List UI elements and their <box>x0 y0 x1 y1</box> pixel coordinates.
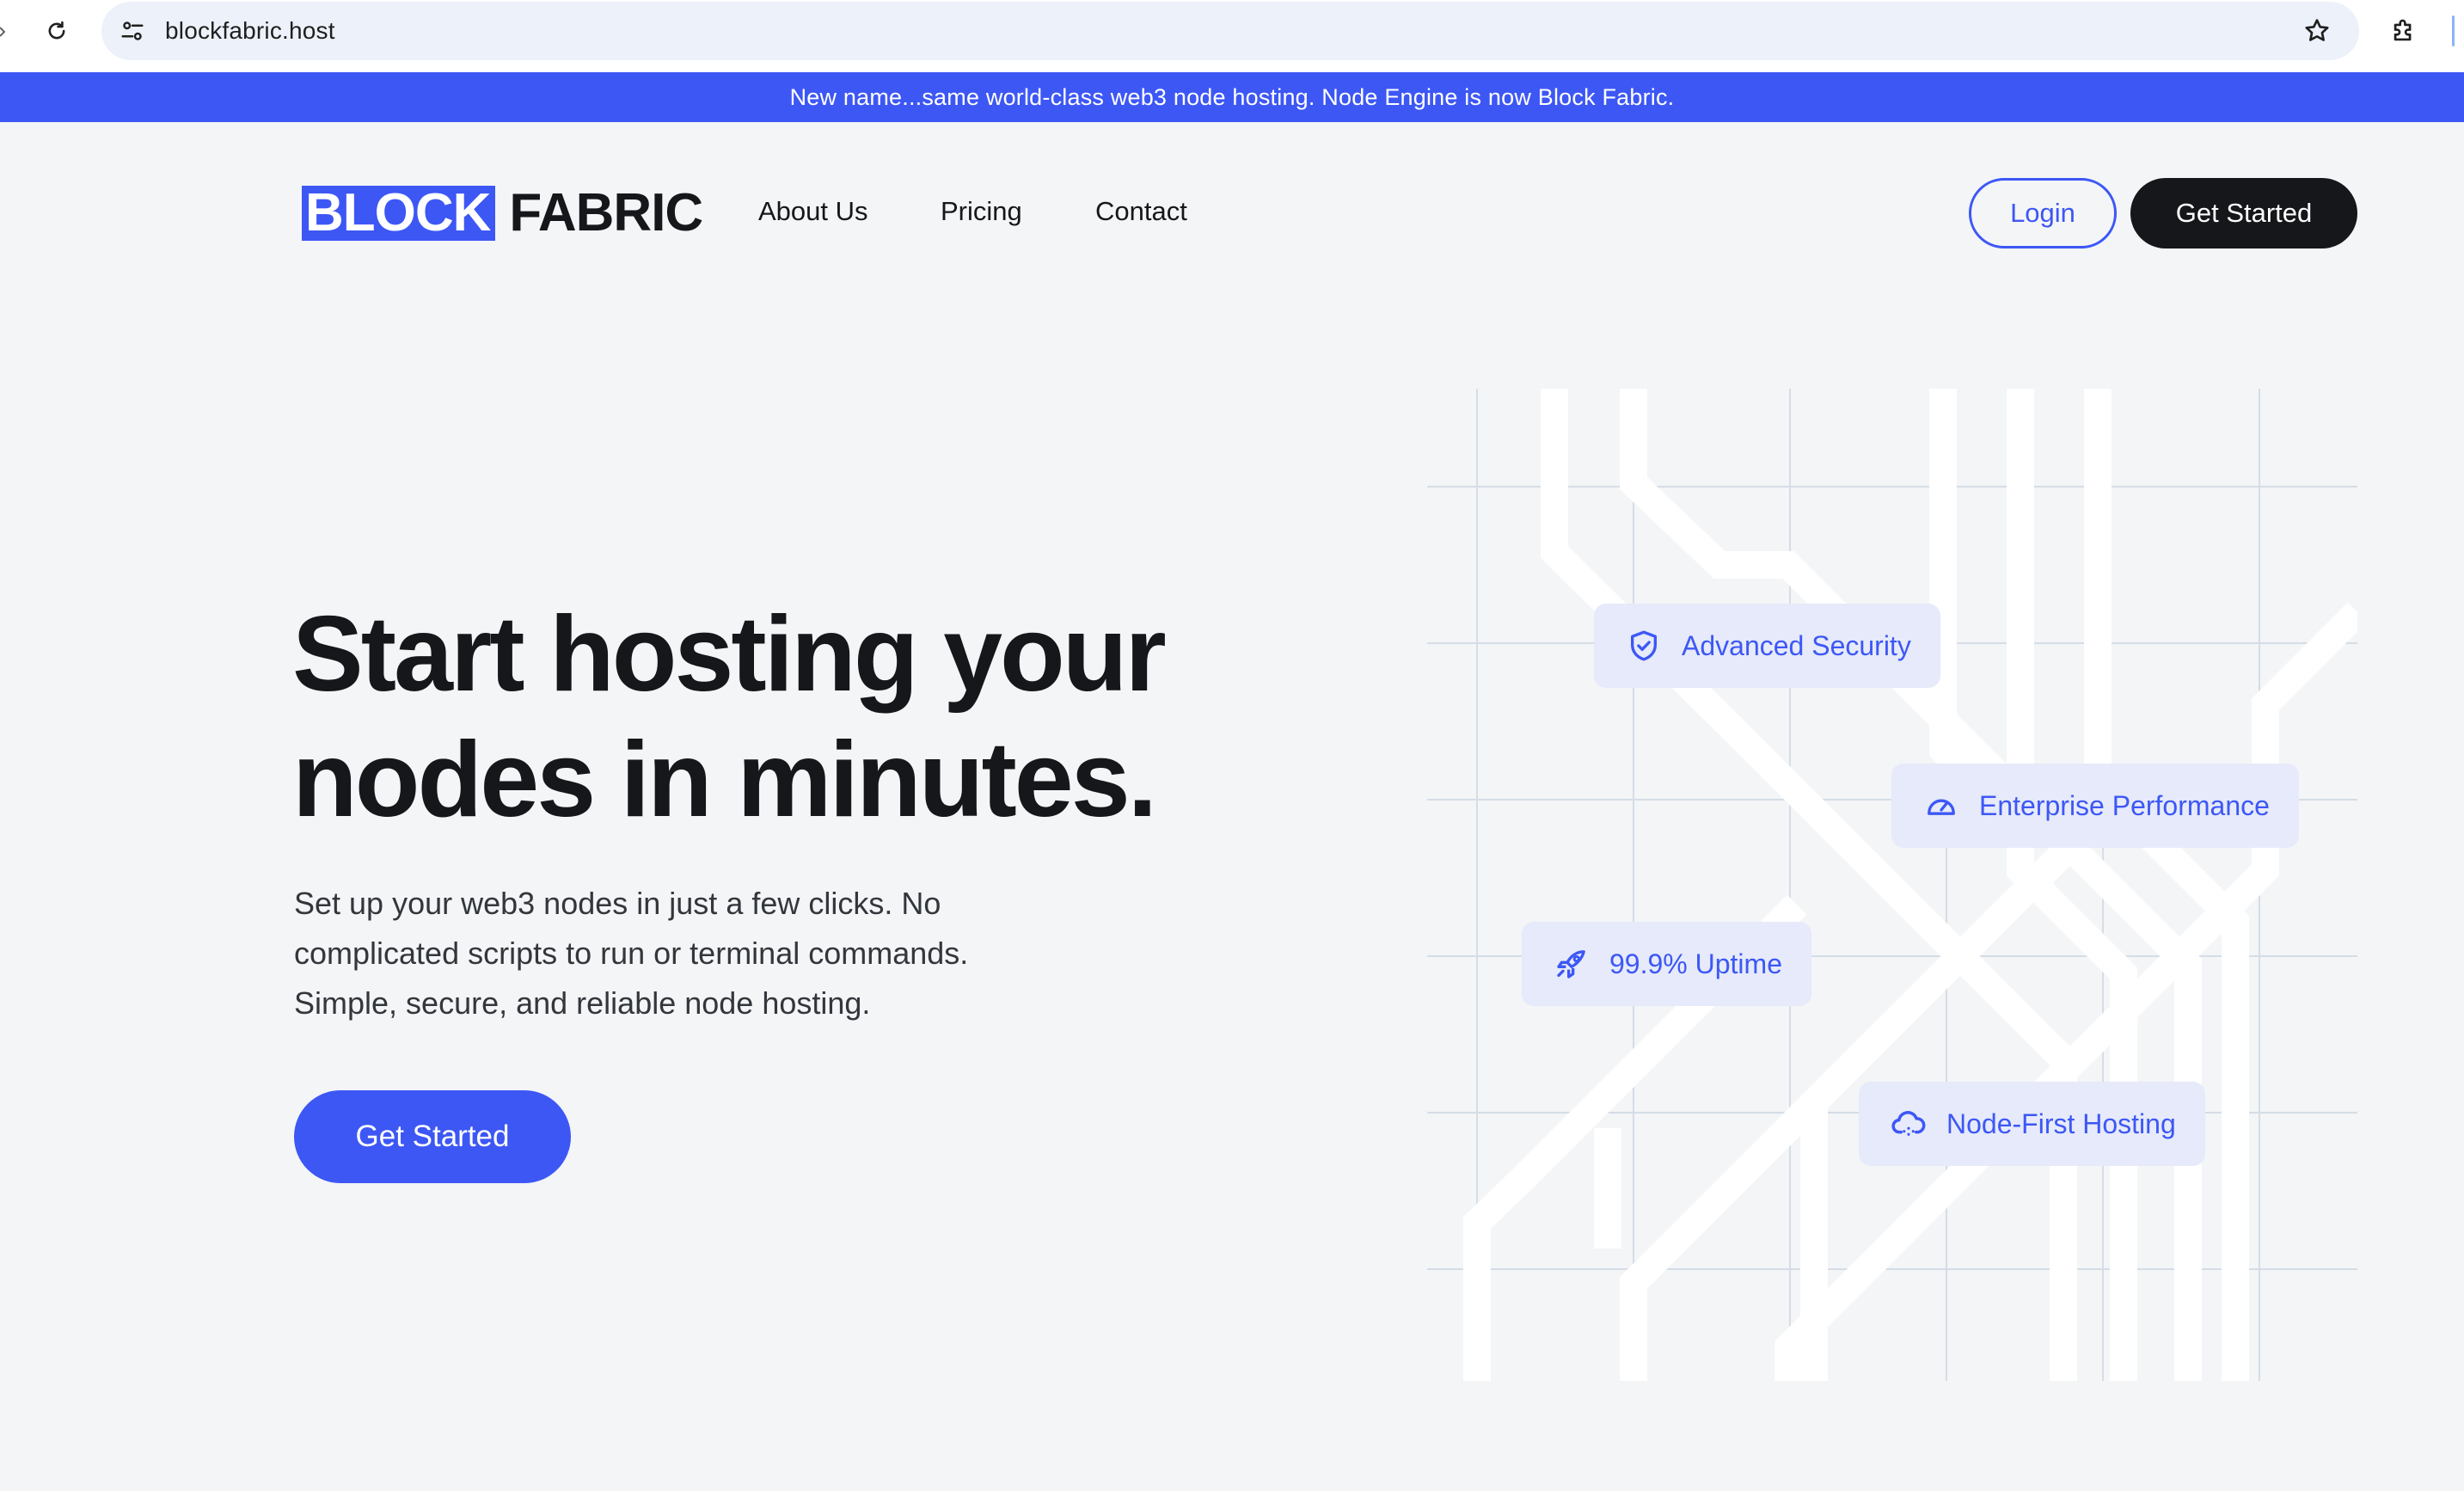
feature-label: Enterprise Performance <box>1979 789 2270 821</box>
feature-label: Node-First Hosting <box>1946 1108 2176 1139</box>
feature-uptime: 99.9% Uptime <box>1522 922 1811 1006</box>
browser-toolbar: blockfabric.host <box>0 0 2464 72</box>
nav-link-pricing[interactable]: Pricing <box>941 196 1022 227</box>
hero-subtitle-line-3: Simple, secure, and reliable node hostin… <box>294 985 871 1021</box>
circuit-lines-graphic <box>1427 389 2368 1381</box>
banner-text: New name...same world-class web3 node ho… <box>789 83 1675 110</box>
bookmark-star-icon[interactable] <box>2301 15 2333 47</box>
site-info-icon[interactable] <box>115 14 150 48</box>
nav-link-contact[interactable]: Contact <box>1095 196 1187 227</box>
logo-fabric-text: FABRIC <box>509 183 703 242</box>
url-text[interactable]: blockfabric.host <box>165 17 335 45</box>
feature-node-first-hosting: Node-First Hosting <box>1859 1082 2205 1166</box>
network-illustration: Advanced Security Enterprise Performance… <box>1427 389 2368 1381</box>
reload-icon[interactable] <box>41 15 72 46</box>
cloud-icon <box>1890 1105 1928 1143</box>
back-arrow-icon[interactable] <box>0 26 6 37</box>
hero-subtitle-line-1: Set up your web3 nodes in just a few cli… <box>294 886 941 921</box>
get-started-nav-button[interactable]: Get Started <box>2130 178 2357 248</box>
feature-label: 99.9% Uptime <box>1609 948 1782 979</box>
feature-advanced-security: Advanced Security <box>1594 604 1940 688</box>
announcement-banner: New name...same world-class web3 node ho… <box>0 72 2464 122</box>
rocket-icon <box>1553 945 1591 983</box>
extensions-puzzle-icon[interactable] <box>2387 14 2421 48</box>
address-bar[interactable]: blockfabric.host <box>101 2 2359 60</box>
hero-title-line-2: nodes in minutes. <box>292 721 1157 839</box>
circuit-paths <box>1463 389 2368 1381</box>
login-button[interactable]: Login <box>1969 178 2117 248</box>
logo[interactable]: BLOCK FABRIC <box>302 183 703 242</box>
hero-subtitle: Set up your web3 nodes in just a few cli… <box>294 879 1068 1028</box>
speedometer-icon <box>1922 787 1960 825</box>
hero-title-line-1: Start hosting your <box>292 595 1167 714</box>
hero-title: Start hosting your nodes in minutes. <box>292 592 1324 843</box>
profile-edge <box>2452 15 2455 46</box>
get-started-hero-button[interactable]: Get Started <box>294 1090 571 1183</box>
logo-block-text: BLOCK <box>302 186 496 241</box>
shield-check-icon <box>1625 627 1663 665</box>
feature-enterprise-performance: Enterprise Performance <box>1891 764 2299 848</box>
nav-link-about-us[interactable]: About Us <box>758 196 868 227</box>
hero-subtitle-line-2: complicated scripts to run or terminal c… <box>294 936 969 971</box>
feature-label: Advanced Security <box>1682 629 1911 661</box>
